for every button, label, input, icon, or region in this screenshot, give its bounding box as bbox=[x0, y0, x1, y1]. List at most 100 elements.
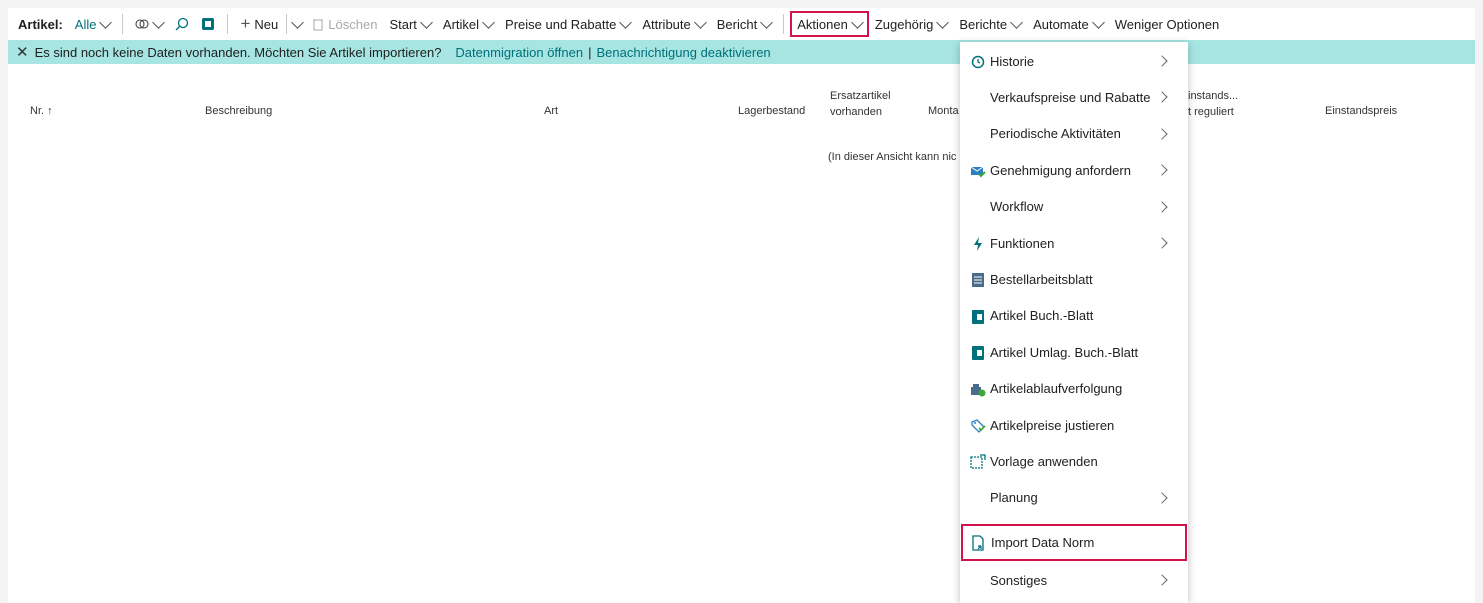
chevron-right-icon bbox=[1156, 55, 1168, 67]
menu-berichte-label: Berichte bbox=[959, 16, 1008, 32]
edit-list-button[interactable] bbox=[195, 8, 221, 40]
chevron-down-icon bbox=[619, 15, 633, 29]
disable-notification-link[interactable]: Benachrichtigung deaktivieren bbox=[597, 45, 771, 60]
chevron-right-icon bbox=[1156, 237, 1168, 249]
worksheet-icon bbox=[972, 273, 984, 288]
column-header-einstandspreis[interactable]: Einstandspreis bbox=[1325, 104, 1397, 118]
chevron-down-icon bbox=[1010, 15, 1023, 29]
menu-item-verkaufspreise[interactable]: Verkaufspreise und Rabatte bbox=[960, 79, 1188, 115]
price-adjust-icon bbox=[971, 419, 986, 433]
menu-item-genehmigung[interactable]: Genehmigung anfordern bbox=[960, 152, 1188, 188]
chevron-down-icon bbox=[1091, 15, 1105, 29]
menu-attribute-label: Attribute bbox=[642, 16, 691, 32]
data-migration-link[interactable]: Datenmigration öffnen bbox=[455, 45, 583, 60]
chevron-right-icon bbox=[1156, 200, 1168, 213]
chevron-right-icon bbox=[1156, 91, 1168, 104]
link-separator: | bbox=[588, 44, 592, 60]
approval-icon bbox=[970, 166, 986, 178]
divider bbox=[227, 14, 229, 34]
menu-bericht[interactable]: Bericht bbox=[711, 8, 777, 40]
column-header-einstand-reguliert[interactable]: instands... t reguliert bbox=[1188, 89, 1238, 119]
menu-aktionen[interactable]: Aktionen bbox=[790, 11, 869, 37]
column-header-line: Ersatzartikel bbox=[830, 90, 891, 102]
menu-attribute[interactable]: Attribute bbox=[636, 8, 710, 40]
column-header-nr[interactable]: Nr. ↑ bbox=[30, 104, 53, 118]
menu-item-label: Bestellarbeitsblatt bbox=[990, 272, 1093, 288]
chevron-down-icon bbox=[152, 15, 166, 29]
menu-item-label: Workflow bbox=[990, 199, 1044, 215]
tracing-icon bbox=[971, 383, 986, 397]
trash-icon bbox=[313, 19, 324, 31]
menu-item-label: Import Data Norm bbox=[991, 535, 1095, 550]
menu-artikel-label: Artikel bbox=[442, 16, 480, 32]
menu-aktionen-label: Aktionen bbox=[797, 16, 848, 32]
fewer-options-button[interactable]: Weniger Optionen bbox=[1109, 8, 1226, 40]
column-header-montage[interactable]: Monta bbox=[928, 104, 959, 118]
menu-item-import-data-norm[interactable]: Import Data Norm bbox=[961, 524, 1187, 561]
menu-start-label: Start bbox=[389, 16, 417, 32]
import-icon bbox=[972, 535, 984, 551]
column-header-art[interactable]: Art bbox=[544, 104, 558, 118]
menu-start[interactable]: Start bbox=[383, 8, 436, 40]
menu-item-periodische-aktivitaeten[interactable]: Periodische Aktivitäten bbox=[960, 116, 1188, 152]
search-button[interactable] bbox=[169, 8, 195, 40]
menu-item-label: Vorlage anwenden bbox=[990, 454, 1098, 470]
history-icon bbox=[971, 55, 985, 69]
plus-icon: + bbox=[240, 14, 251, 33]
column-header-ersatzartikel[interactable]: Ersatzartikel vorhanden bbox=[830, 89, 891, 119]
journal-icon bbox=[972, 346, 984, 361]
menu-item-label: Artikel Umlag. Buch.-Blatt bbox=[990, 344, 1139, 360]
menu-berichte[interactable]: Berichte bbox=[953, 8, 1027, 40]
new-dropdown-button[interactable] bbox=[289, 8, 306, 40]
divider bbox=[286, 14, 288, 34]
edit-list-icon bbox=[202, 18, 215, 30]
menu-item-bestellarbeitsblatt[interactable]: Bestellarbeitsblatt bbox=[960, 261, 1188, 297]
delete-button[interactable]: Löschen bbox=[306, 8, 383, 40]
menu-item-artikelablaufverfolgung[interactable]: Artikelablaufverfolgung bbox=[960, 371, 1188, 407]
menu-automate[interactable]: Automate bbox=[1027, 8, 1109, 40]
chevron-down-icon bbox=[760, 15, 774, 29]
menu-item-artikelpreise-justieren[interactable]: Artikelpreise justieren bbox=[960, 407, 1188, 443]
menu-item-artikel-buch-blatt[interactable]: Artikel Buch.-Blatt bbox=[960, 298, 1188, 334]
menu-item-sonstiges[interactable]: Sonstiges bbox=[960, 562, 1188, 598]
column-header-lagerbestand[interactable]: Lagerbestand bbox=[738, 104, 805, 118]
chevron-down-icon bbox=[850, 15, 864, 29]
menu-zugehoerig[interactable]: Zugehörig bbox=[869, 8, 954, 40]
filter-dropdown[interactable]: Alle bbox=[69, 8, 117, 40]
menu-item-label: Artikel Buch.-Blatt bbox=[990, 308, 1094, 324]
divider bbox=[122, 14, 124, 34]
search-icon bbox=[176, 17, 189, 31]
menu-item-planung[interactable]: Planung bbox=[960, 480, 1188, 516]
chevron-down-icon bbox=[693, 15, 707, 29]
divider bbox=[783, 14, 785, 34]
menu-item-historie[interactable]: Historie bbox=[960, 43, 1188, 79]
menu-item-workflow[interactable]: Workflow bbox=[960, 189, 1188, 225]
new-button[interactable]: + Neu bbox=[234, 8, 284, 40]
column-header-beschreibung[interactable]: Beschreibung bbox=[205, 104, 272, 118]
column-header-line: vorhanden bbox=[830, 106, 882, 118]
analysis-button[interactable] bbox=[129, 8, 169, 40]
menu-item-label: Verkaufspreise und Rabatte bbox=[990, 90, 1151, 106]
menu-item-label: Periodische Aktivitäten bbox=[990, 126, 1121, 142]
empty-list-message: (In dieser Ansicht kann nic bbox=[828, 151, 957, 163]
close-icon[interactable]: ✕ bbox=[16, 43, 29, 61]
menu-item-artikel-umlag-buch-blatt[interactable]: Artikel Umlag. Buch.-Blatt bbox=[960, 334, 1188, 370]
page-title: Artikel: bbox=[18, 16, 63, 32]
journal-icon bbox=[972, 309, 984, 324]
page-frame: Artikel: Alle + Neu Löschen Start Artikel… bbox=[8, 8, 1475, 603]
menu-item-vorlage-anwenden[interactable]: Vorlage anwenden bbox=[960, 443, 1188, 479]
menu-artikel[interactable]: Artikel bbox=[437, 8, 499, 40]
template-icon bbox=[970, 454, 986, 470]
filter-label: Alle bbox=[74, 16, 97, 32]
menu-item-label: Artikelablaufverfolgung bbox=[990, 381, 1123, 397]
menu-item-label: Historie bbox=[990, 53, 1035, 69]
chevron-right-icon bbox=[1156, 164, 1168, 176]
action-bar: Artikel: Alle + Neu Löschen Start Artikel… bbox=[8, 8, 1475, 40]
chevron-right-icon bbox=[1156, 574, 1168, 586]
analysis-icon bbox=[135, 19, 150, 29]
menu-preise[interactable]: Preise und Rabatte bbox=[499, 8, 636, 40]
menu-item-funktionen[interactable]: Funktionen bbox=[960, 225, 1188, 261]
menu-preise-label: Preise und Rabatte bbox=[505, 16, 617, 32]
menu-zugehoerig-label: Zugehörig bbox=[874, 16, 934, 32]
menu-item-label: Planung bbox=[990, 490, 1038, 506]
